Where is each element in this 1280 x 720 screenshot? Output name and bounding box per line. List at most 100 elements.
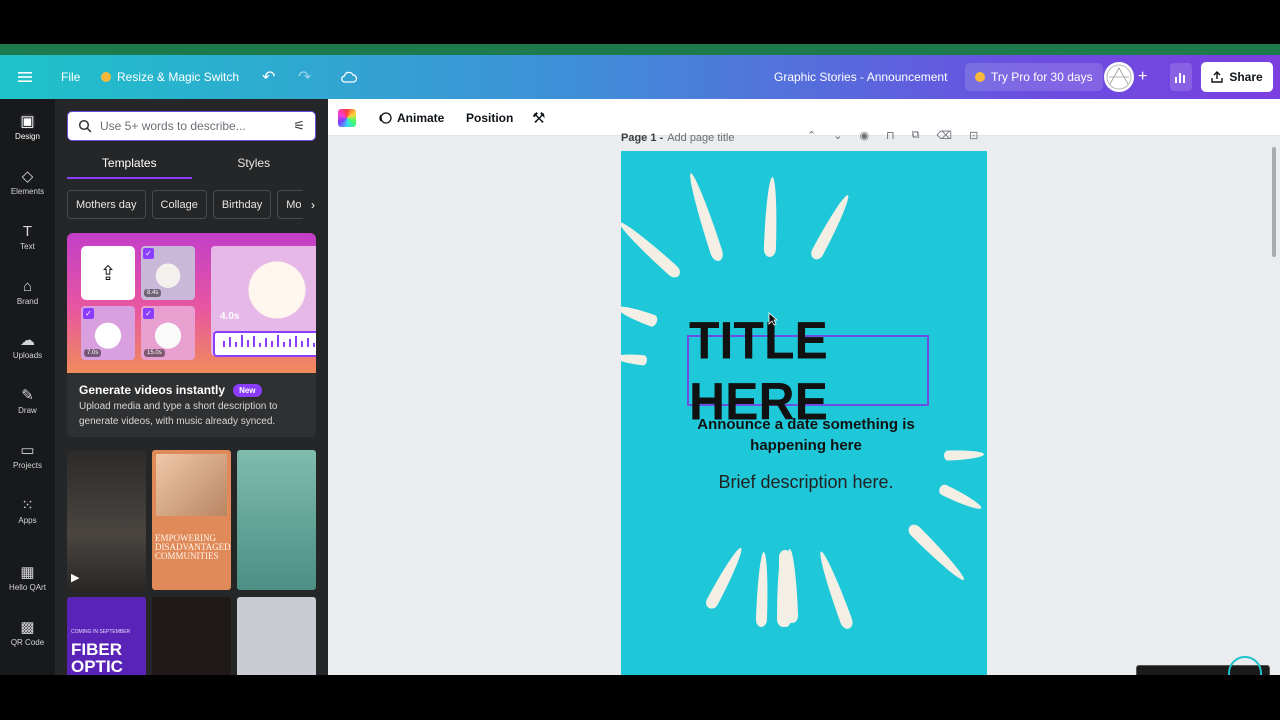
animate-button[interactable]: Animate	[378, 99, 444, 136]
paint-roller-icon[interactable]: ⚒	[532, 99, 545, 136]
clip-duration: 15.0s	[144, 349, 165, 357]
templates-panel: Use 5+ words to describe... ⚟ Templates …	[55, 99, 328, 675]
dog-thumbnail: ✓ 7.0s	[81, 306, 135, 360]
rail-label: Design	[15, 131, 40, 141]
duplicate-page-icon[interactable]: ⧉	[912, 129, 920, 142]
window-accent-bar	[0, 44, 1280, 55]
screen: File Resize & Magic Switch ↶ ↷ Graphic S…	[0, 0, 1280, 720]
chevron-right-icon[interactable]: ›	[303, 190, 323, 219]
template-search-input[interactable]: Use 5+ words to describe... ⚟	[67, 111, 316, 141]
brush-stroke	[621, 217, 683, 281]
file-menu-button[interactable]: File	[61, 55, 80, 99]
template-headline: EMPOWERING DISADVANTAGED COMMUNITIES	[155, 533, 231, 561]
check-icon: ✓	[143, 308, 154, 319]
position-button[interactable]: Position	[466, 99, 513, 136]
hide-page-icon[interactable]: ◉	[859, 129, 869, 142]
brush-stroke	[905, 521, 969, 585]
check-icon: ✓	[83, 308, 94, 319]
dog-thumbnail: ✓ 8.4s	[141, 246, 195, 300]
menu-icon[interactable]	[18, 55, 38, 99]
rail-item-qr-code[interactable]: ▩ QR Code	[0, 609, 55, 657]
rail-label: QR Code	[10, 637, 45, 647]
rail-item-projects[interactable]: ▭ Projects	[0, 432, 55, 480]
text-icon: T	[22, 222, 33, 240]
template-thumbnail[interactable]: COMING IN SEPTEMBER FIBER OPTIC	[67, 597, 146, 675]
announce-text[interactable]: Announce a date something is happening h…	[661, 414, 951, 456]
share-button[interactable]: Share	[1201, 62, 1273, 92]
share-icon	[1211, 71, 1224, 83]
selected-title-textbox[interactable]: TITLE HERE	[687, 311, 929, 430]
side-rail: ▣ Design ◇ Elements T Text ⌂ Brand ☁ Upl…	[0, 99, 55, 675]
brush-stroke	[937, 482, 984, 514]
tab-templates[interactable]: Templates	[67, 153, 192, 179]
template-thumbnail[interactable]	[152, 597, 231, 675]
brush-stroke	[703, 545, 747, 611]
promo-description: Upload media and type a short descriptio…	[79, 401, 278, 427]
template-subhead: COMING IN SEPTEMBER	[71, 629, 131, 635]
clip-duration: 8.4s	[144, 289, 162, 297]
try-pro-label: Try Pro for 30 days	[991, 70, 1093, 84]
cloud-saved-icon[interactable]	[340, 55, 358, 99]
generate-videos-card[interactable]: ⇪ ✓ 8.4s ✓ 7.0s ✓ 15.0s 4.0s Generate vi…	[67, 233, 316, 437]
dog-thumbnail: ✓ 15.0s	[141, 306, 195, 360]
rail-item-hello-qart[interactable]: ▦ Hello QArt	[0, 554, 55, 602]
editor-workspace: Animate Position ⚒ Page 1 - Add page tit…	[328, 99, 1280, 675]
resize-magic-switch-button[interactable]: Resize & Magic Switch	[101, 55, 239, 99]
brush-stroke	[815, 549, 855, 631]
chip-mothers-day[interactable]: Mothers day	[67, 190, 146, 219]
template-thumbnail[interactable]	[237, 450, 316, 590]
tab-styles[interactable]: Styles	[192, 153, 317, 179]
color-picker-icon[interactable]	[338, 109, 356, 127]
template-thumbnail[interactable]: EMPOWERING DISADVANTAGED COMMUNITIES	[152, 450, 231, 590]
design-canvas[interactable]: TITLE HERE Announce a date something is …	[621, 151, 987, 675]
rail-item-draw[interactable]: ✎ Draw	[0, 377, 55, 425]
magic-search-icon	[78, 119, 92, 133]
chip-birthday[interactable]: Birthday	[212, 190, 272, 219]
rail-item-apps[interactable]: ⁙ Apps	[0, 487, 55, 535]
chevron-down-icon[interactable]: ⌄	[833, 129, 842, 142]
add-page-icon[interactable]: ⊡	[969, 129, 978, 142]
chip-collage[interactable]: Collage	[151, 190, 207, 219]
animate-label: Animate	[397, 110, 445, 125]
chevron-up-icon[interactable]: ⌃	[807, 129, 816, 142]
rail-item-brand[interactable]: ⌂ Brand	[0, 268, 55, 316]
lock-icon[interactable]: ⊓	[886, 129, 895, 142]
avatar[interactable]	[1104, 62, 1134, 92]
animate-icon	[379, 111, 392, 124]
help-bubble-icon[interactable]	[1228, 656, 1262, 675]
apps-icon: ⁙	[21, 496, 34, 514]
brief-description-text[interactable]: Brief description here.	[681, 473, 931, 492]
filter-icon[interactable]: ⚟	[293, 118, 305, 134]
undo-icon[interactable]: ↶	[262, 55, 275, 99]
template-thumbnail[interactable]	[237, 597, 316, 675]
page-label: Page 1 -	[621, 132, 664, 144]
upload-icon: ⇪	[81, 246, 135, 300]
audio-waveform	[213, 331, 316, 357]
search-placeholder: Use 5+ words to describe...	[100, 119, 246, 133]
rail-item-elements[interactable]: ◇ Elements	[0, 158, 55, 206]
insights-icon[interactable]	[1170, 63, 1192, 91]
redo-icon[interactable]: ↷	[298, 55, 311, 99]
template-thumbnail[interactable]: ▶	[67, 450, 146, 590]
rail-label: Draw	[18, 405, 37, 415]
rail-item-design[interactable]: ▣ Design	[0, 103, 55, 151]
template-photo	[156, 454, 227, 516]
rail-item-uploads[interactable]: ☁ Uploads	[0, 322, 55, 370]
mouse-cursor-icon	[768, 312, 779, 329]
vertical-scrollbar[interactable]	[1272, 147, 1276, 257]
rail-label: Hello QArt	[9, 582, 46, 592]
template-headline: FIBER OPTIC	[71, 640, 123, 675]
rail-label: Uploads	[12, 350, 43, 360]
document-title[interactable]: Graphic Stories - Announcement	[774, 55, 947, 99]
try-pro-button[interactable]: Try Pro for 30 days	[965, 63, 1103, 91]
share-label: Share	[1229, 70, 1263, 84]
brush-stroke	[621, 352, 648, 366]
delete-page-icon[interactable]: ⌫	[937, 129, 953, 142]
rail-item-text[interactable]: T Text	[0, 213, 55, 261]
brush-stroke	[763, 176, 779, 258]
crown-icon	[975, 72, 985, 82]
resize-label: Resize & Magic Switch	[117, 70, 240, 84]
add-collaborator-icon[interactable]: +	[1138, 55, 1147, 99]
page-title-input[interactable]: Add page title	[667, 132, 734, 144]
page-actions: ⌃ ⌄ ◉ ⊓ ⧉ ⌫ ⊡	[807, 129, 978, 142]
